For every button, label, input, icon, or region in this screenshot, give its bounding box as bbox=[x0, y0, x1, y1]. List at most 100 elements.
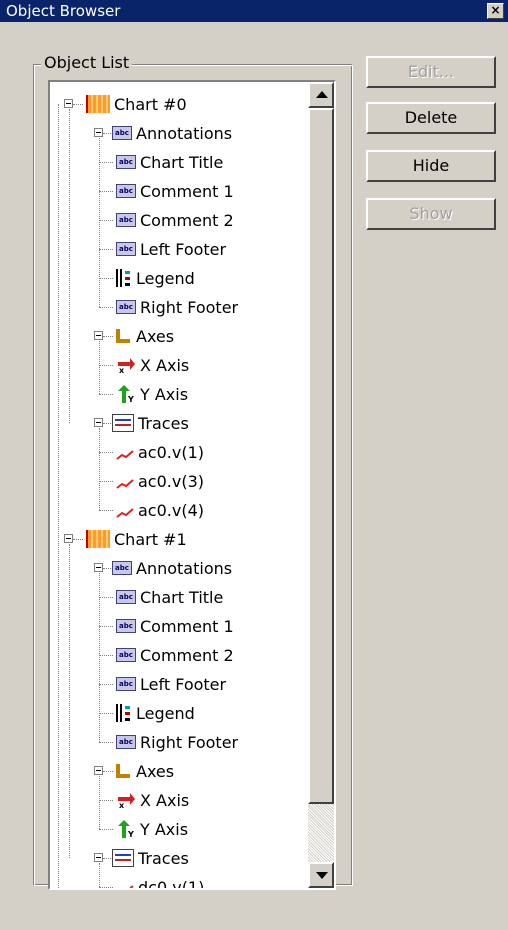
show-button[interactable]: Show bbox=[366, 198, 496, 230]
tree-guide-vertical bbox=[99, 863, 100, 887]
tree-guide-horizontal bbox=[99, 191, 113, 192]
scroll-down-button[interactable] bbox=[308, 862, 334, 888]
tree-guide-horizontal bbox=[99, 249, 113, 250]
tree-node-item-label: ac0.v(3) bbox=[138, 471, 204, 491]
tree-guide-horizontal bbox=[99, 684, 113, 685]
annotation-icon: abc bbox=[116, 648, 136, 662]
x-axis-icon: x bbox=[116, 791, 136, 810]
tree-scrollbar[interactable] bbox=[308, 82, 334, 888]
tree-node-traces[interactable]: Traces bbox=[112, 846, 189, 870]
tree-node-chart-label: Chart #1 bbox=[114, 529, 187, 549]
tree-guide-vertical bbox=[58, 104, 59, 888]
tree-node-item-label: Comment 2 bbox=[140, 645, 234, 665]
tree-node-item[interactable]: abc Right Footer bbox=[116, 730, 238, 754]
tree-node-item-label: Comment 2 bbox=[140, 210, 234, 230]
tree-guide-horizontal bbox=[99, 626, 113, 627]
tree-node-item[interactable]: Y Y Axis bbox=[116, 817, 188, 841]
tree-node-item[interactable]: abc Left Footer bbox=[116, 672, 226, 696]
tree-node-item-label: Left Footer bbox=[140, 674, 227, 694]
axes-icon bbox=[112, 762, 132, 780]
tree-node-item[interactable]: ac0.v(4) bbox=[116, 498, 204, 522]
tree-node-item-label: Chart Title bbox=[140, 152, 224, 172]
object-tree[interactable]: Chart #0 abc Annotations abc Chart Title abc C… bbox=[48, 80, 336, 890]
tree-node-item[interactable]: x X Axis bbox=[116, 788, 189, 812]
hide-button[interactable]: Hide bbox=[366, 150, 496, 182]
trace-line-icon bbox=[116, 446, 134, 460]
annotation-icon: abc bbox=[116, 213, 136, 227]
tree-guide-horizontal bbox=[99, 365, 113, 366]
delete-button[interactable]: Delete bbox=[366, 102, 496, 134]
traces-icon bbox=[112, 849, 134, 867]
tree-guide-horizontal bbox=[99, 713, 113, 714]
tree-node-annotations[interactable]: abc Annotations bbox=[112, 121, 232, 145]
tree-node-item[interactable]: Legend bbox=[116, 701, 195, 725]
tree-node-item-label: Left Footer bbox=[140, 239, 227, 259]
tree-node-axes[interactable]: Axes bbox=[112, 759, 174, 783]
tree-node-item[interactable]: abc Left Footer bbox=[116, 237, 226, 261]
collapse-toggle-icon[interactable] bbox=[64, 534, 73, 543]
annotation-icon: abc bbox=[112, 561, 132, 575]
annotation-icon: abc bbox=[116, 735, 136, 749]
collapse-toggle-icon[interactable] bbox=[94, 418, 103, 427]
annotation-icon: abc bbox=[116, 242, 136, 256]
annotation-icon: abc bbox=[116, 300, 136, 314]
tree-node-item[interactable]: Legend bbox=[116, 266, 195, 290]
scroll-track[interactable] bbox=[308, 804, 334, 862]
tree-node-item[interactable]: abc Chart Title bbox=[116, 150, 223, 174]
tree-node-chart-label: Chart #0 bbox=[114, 94, 187, 114]
tree-node-item[interactable]: dc0.v(1) bbox=[116, 875, 204, 888]
tree-guide-horizontal bbox=[99, 278, 113, 279]
collapse-toggle-icon[interactable] bbox=[94, 766, 103, 775]
tree-guide-vertical bbox=[99, 428, 100, 510]
tree-guide-horizontal bbox=[73, 539, 83, 540]
tree-node-item[interactable]: abc Comment 1 bbox=[116, 179, 234, 203]
tree-node-item[interactable]: abc Comment 2 bbox=[116, 643, 234, 667]
legend-icon bbox=[116, 704, 132, 722]
tree-node-item[interactable]: x X Axis bbox=[116, 353, 189, 377]
tree-guide-horizontal bbox=[99, 800, 113, 801]
collapse-toggle-icon[interactable] bbox=[94, 331, 103, 340]
tree-node-chart[interactable]: Chart #1 bbox=[86, 527, 187, 551]
chart-icon bbox=[86, 530, 110, 548]
tree-node-item-label: Legend bbox=[136, 703, 195, 723]
svg-text:Y: Y bbox=[127, 395, 134, 403]
tree-guide-horizontal bbox=[99, 307, 113, 308]
tree-guide-vertical bbox=[99, 573, 100, 742]
close-button[interactable]: × bbox=[487, 3, 504, 19]
tree-node-item-label: Right Footer bbox=[140, 732, 239, 752]
object-list-legend: Object List bbox=[41, 53, 133, 72]
scroll-thumb[interactable] bbox=[308, 108, 334, 804]
tree-node-item[interactable]: abc Right Footer bbox=[116, 295, 238, 319]
tree-guide-horizontal bbox=[73, 104, 83, 105]
tree-node-axes-label: Axes bbox=[136, 326, 175, 346]
collapse-toggle-icon[interactable] bbox=[94, 128, 103, 137]
collapse-toggle-icon[interactable] bbox=[94, 853, 103, 862]
collapse-toggle-icon[interactable] bbox=[64, 99, 73, 108]
scroll-up-button[interactable] bbox=[308, 82, 334, 108]
tree-node-axes-label: Axes bbox=[136, 761, 175, 781]
tree-node-annotations[interactable]: abc Annotations bbox=[112, 556, 232, 580]
tree-node-item[interactable]: abc Comment 2 bbox=[116, 208, 234, 232]
tree-node-axes[interactable]: Axes bbox=[112, 324, 174, 348]
trace-line-icon bbox=[116, 881, 134, 888]
tree-node-item[interactable]: ac0.v(1) bbox=[116, 440, 204, 464]
collapse-toggle-icon[interactable] bbox=[94, 563, 103, 572]
tree-guide-horizontal bbox=[99, 742, 113, 743]
annotation-icon: abc bbox=[116, 619, 136, 633]
tree-guide-horizontal bbox=[99, 394, 113, 395]
tree-node-traces-label: Traces bbox=[138, 848, 189, 868]
tree-node-chart[interactable]: Chart #0 bbox=[86, 92, 187, 116]
edit-button[interactable]: Edit... bbox=[366, 56, 496, 88]
tree-guide-vertical bbox=[99, 341, 100, 394]
annotation-icon: abc bbox=[112, 126, 132, 140]
tree-node-item[interactable]: ac0.v(3) bbox=[116, 469, 204, 493]
tree-guide-vertical bbox=[99, 138, 100, 307]
tree-node-item[interactable]: abc Chart Title bbox=[116, 585, 223, 609]
tree-node-traces[interactable]: Traces bbox=[112, 411, 189, 435]
svg-text:x: x bbox=[119, 801, 125, 809]
tree-node-item[interactable]: Y Y Axis bbox=[116, 382, 188, 406]
tree-node-item-label: Y Axis bbox=[140, 819, 189, 839]
window-title: Object Browser bbox=[6, 2, 121, 20]
tree-node-item[interactable]: abc Comment 1 bbox=[116, 614, 234, 638]
tree-content: Chart #0 abc Annotations abc Chart Title abc C… bbox=[50, 82, 310, 888]
